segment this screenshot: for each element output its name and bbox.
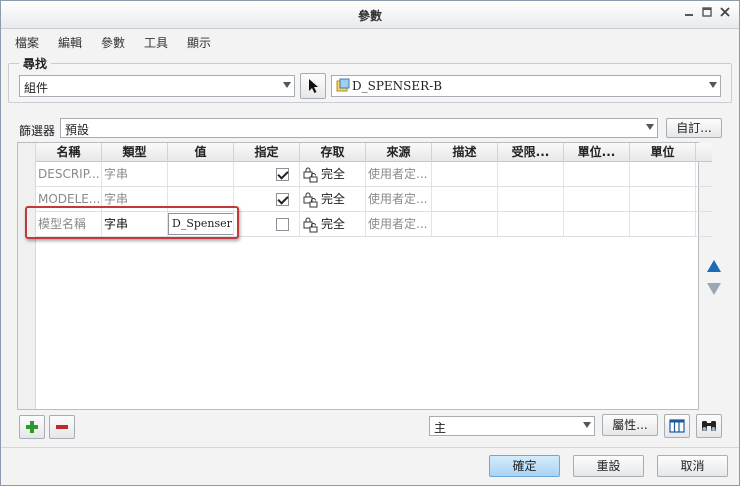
table-columns-button[interactable] (664, 414, 690, 438)
customize-button[interactable]: 自訂... (666, 118, 722, 138)
param-restricted[interactable] (498, 212, 564, 236)
col-source[interactable]: 來源 (366, 143, 432, 162)
designate-cell (234, 187, 300, 211)
menu-parameters[interactable]: 參數 (101, 34, 125, 51)
chevron-down-icon (283, 82, 291, 88)
pick-object-button[interactable] (300, 73, 326, 99)
col-unit-quantity[interactable]: 單位... (564, 143, 630, 162)
filter-select[interactable]: 預設 (60, 118, 658, 138)
properties-button[interactable]: 屬性... (602, 414, 658, 436)
assembly-icon (336, 78, 350, 92)
object-select-value: D_SPENSER-B (352, 79, 443, 93)
col-restricted[interactable]: 受限... (498, 143, 564, 162)
param-source[interactable]: 使用者定... (366, 187, 432, 211)
menu-edit[interactable]: 編輯 (58, 34, 82, 51)
param-type[interactable]: 字串 (102, 162, 168, 186)
param-restricted[interactable] (498, 187, 564, 211)
access-cell[interactable]: 完全 (300, 187, 366, 211)
plus-icon (26, 421, 38, 433)
filter-select-value: 預設 (65, 123, 90, 137)
col-unit[interactable]: 單位 (630, 143, 696, 162)
table-row[interactable]: DESCRIP... 字串 完全 使用者定... (36, 162, 712, 187)
cancel-button[interactable]: 取消 (657, 455, 728, 477)
triangle-down-icon[interactable] (706, 281, 722, 297)
maximize-icon[interactable] (699, 6, 715, 22)
title-bar[interactable]: 參數 (1, 1, 739, 29)
search-group-label: 尋找 (19, 55, 52, 72)
reset-button[interactable]: 重設 (573, 455, 644, 477)
ok-button[interactable]: 確定 (489, 455, 560, 477)
chevron-down-icon (646, 124, 654, 130)
table-columns-icon (669, 419, 685, 433)
col-description[interactable]: 描述 (432, 143, 498, 162)
param-unit[interactable] (630, 187, 696, 211)
parameter-table: 名稱 類型 值 指定 存取 來源 描述 受限... 單位... 單位 DESCR… (17, 142, 712, 410)
object-select[interactable]: D_SPENSER-B (331, 75, 721, 97)
param-description[interactable] (432, 187, 498, 211)
param-restricted[interactable] (498, 162, 564, 186)
footer-divider (1, 447, 739, 448)
add-parameter-button[interactable] (19, 415, 45, 439)
col-type[interactable]: 類型 (102, 143, 168, 162)
table-header: 名稱 類型 值 指定 存取 來源 描述 受限... 單位... 單位 (36, 143, 712, 162)
highlight-frame (25, 206, 239, 239)
col-access[interactable]: 存取 (300, 143, 366, 162)
access-cell[interactable]: 完全 (300, 162, 366, 186)
access-cell[interactable]: 完全 (300, 212, 366, 236)
scope-select[interactable]: 組件 (19, 75, 295, 97)
menu-tools[interactable]: 工具 (144, 34, 168, 51)
param-unit-quantity[interactable] (564, 162, 630, 186)
param-value[interactable] (168, 162, 234, 186)
param-unit-quantity[interactable] (564, 187, 630, 211)
remove-parameter-button[interactable] (49, 415, 75, 439)
find-button[interactable] (696, 414, 722, 438)
minimize-icon[interactable] (681, 6, 697, 22)
param-source[interactable]: 使用者定... (366, 162, 432, 186)
window-title: 參數 (357, 9, 382, 23)
menu-bar: 檔案 編輯 參數 工具 顯示 (1, 30, 739, 54)
filter-label: 篩選器 (19, 124, 56, 138)
chevron-down-icon (709, 82, 717, 88)
designate-checkbox[interactable] (276, 218, 289, 231)
chevron-down-icon (583, 422, 591, 428)
row-gutter (18, 143, 36, 409)
param-source[interactable]: 使用者定... (366, 212, 432, 236)
access-lock-icon (303, 167, 318, 182)
menu-display[interactable]: 顯示 (187, 34, 211, 51)
param-name[interactable]: DESCRIP... (36, 162, 102, 186)
cursor-arrow-icon (309, 79, 318, 93)
access-value: 完全 (321, 217, 346, 231)
param-unit[interactable] (630, 212, 696, 236)
minus-icon (56, 425, 68, 429)
designate-checkbox[interactable] (276, 168, 289, 181)
param-unit-quantity[interactable] (564, 212, 630, 236)
parameters-dialog: 參數 檔案 編輯 參數 工具 顯示 尋找 組件 D_SPENSER-B 篩選器 … (0, 0, 740, 486)
access-value: 完全 (321, 167, 346, 181)
param-unit[interactable] (630, 162, 696, 186)
scope-select-value: 組件 (24, 81, 49, 95)
col-value[interactable]: 值 (168, 143, 234, 162)
access-lock-icon (303, 192, 318, 207)
triangle-up-icon[interactable] (706, 258, 722, 274)
col-designate[interactable]: 指定 (234, 143, 300, 162)
access-value: 完全 (321, 192, 346, 206)
menu-file[interactable]: 檔案 (15, 34, 39, 51)
param-description[interactable] (432, 212, 498, 236)
col-name[interactable]: 名稱 (36, 143, 102, 162)
designate-checkbox[interactable] (276, 193, 289, 206)
designate-cell (234, 212, 300, 236)
close-icon[interactable] (717, 6, 733, 22)
view-select[interactable]: 主 (429, 416, 595, 436)
param-description[interactable] (432, 162, 498, 186)
view-select-value: 主 (434, 421, 447, 435)
designate-cell (234, 162, 300, 186)
access-lock-icon (303, 217, 318, 232)
binoculars-icon (702, 421, 716, 431)
